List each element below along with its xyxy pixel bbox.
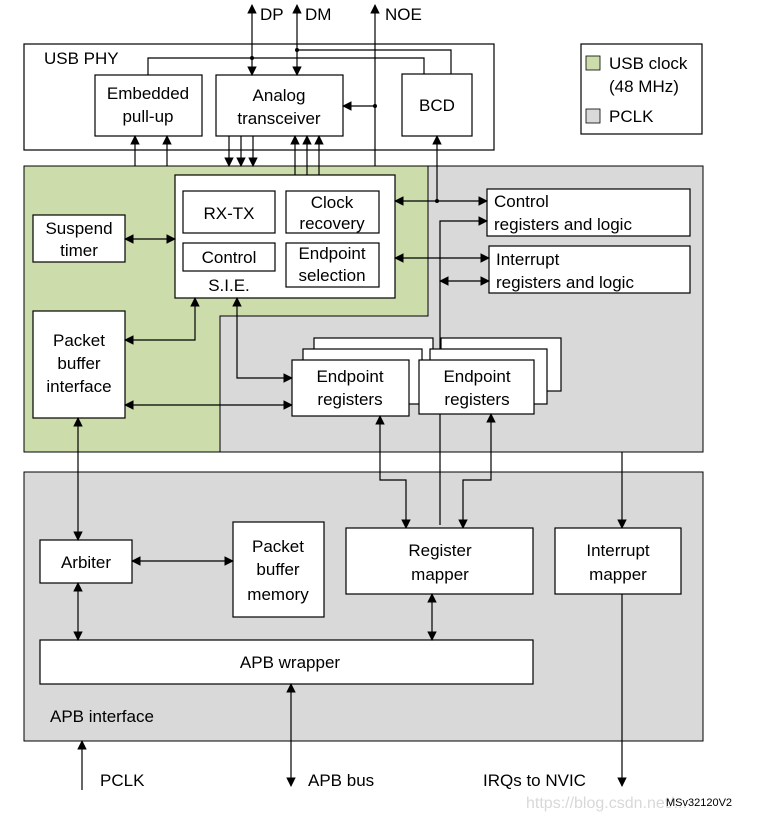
- junction-dot: [295, 48, 299, 52]
- clock-recovery-label: Clock: [311, 193, 354, 212]
- figure-id: MSv32120V2: [666, 797, 732, 809]
- analog-transceiver-label: Analog: [253, 86, 306, 105]
- irqs-label: IRQs to NVIC: [483, 771, 586, 790]
- endpoint-registers-label: Endpoint: [316, 367, 383, 386]
- endpoint-registers-label: registers: [317, 390, 382, 409]
- legend-usb-clock-label: (48 MHz): [609, 77, 679, 96]
- interrupt-registers-label: Interrupt: [496, 250, 560, 269]
- interrupt-registers-label: registers and logic: [496, 273, 634, 292]
- packet-buffer-memory-label: buffer: [256, 560, 300, 579]
- legend-pclk-label: PCLK: [609, 107, 654, 126]
- apb-bus-label: APB bus: [308, 771, 374, 790]
- usb-block-diagram: USB PHY Embedded pull-up Analog transcei…: [23, 4, 732, 812]
- analog-transceiver-label: transceiver: [237, 109, 320, 128]
- legend-usb-clock-label: USB clock: [609, 54, 688, 73]
- apb-wrapper-label: APB wrapper: [240, 653, 340, 672]
- register-mapper-label: Register: [408, 541, 472, 560]
- packet-buffer-interface-label: Packet: [53, 331, 105, 350]
- rx-tx-label: RX-TX: [204, 204, 255, 223]
- arbiter-label: Arbiter: [61, 553, 111, 572]
- packet-buffer-interface-label: buffer: [57, 354, 101, 373]
- embedded-pullup-label: pull-up: [122, 107, 173, 126]
- endpoint-registers-label: Endpoint: [443, 367, 510, 386]
- endpoint-selection-label: Endpoint: [298, 244, 365, 263]
- register-mapper-block: [345, 527, 534, 595]
- watermark: https://blog.csdn.net/...: [526, 795, 687, 812]
- apb-interface-label: APB interface: [50, 707, 154, 726]
- sie-label: S.I.E.: [208, 276, 250, 295]
- packet-buffer-memory-label: memory: [247, 585, 309, 604]
- noe-label: NOE: [385, 5, 422, 24]
- register-mapper-label: mapper: [411, 565, 469, 584]
- packet-buffer-memory-label: Packet: [252, 537, 304, 556]
- interrupt-mapper-label: mapper: [589, 565, 647, 584]
- control-registers-label: registers and logic: [494, 215, 632, 234]
- control-label: Control: [202, 248, 257, 267]
- suspend-timer-label: timer: [60, 241, 98, 260]
- interrupt-mapper-block: [554, 527, 682, 595]
- junction-dot: [250, 56, 254, 60]
- interrupt-mapper-label: Interrupt: [586, 541, 650, 560]
- legend-pclk-swatch: [585, 108, 601, 124]
- endpoint-registers-label: registers: [444, 390, 509, 409]
- apb-interface-region: [23, 471, 704, 742]
- suspend-timer-label: Suspend: [45, 219, 112, 238]
- junction-dot: [435, 199, 439, 203]
- bcd-label: BCD: [419, 96, 455, 115]
- embedded-pullup-label: Embedded: [107, 84, 189, 103]
- packet-buffer-interface-label: interface: [46, 377, 111, 396]
- dm-label: DM: [305, 5, 331, 24]
- control-registers-label: Control: [494, 192, 549, 211]
- pclk-label: PCLK: [100, 771, 145, 790]
- legend-usb-clock-swatch: [585, 55, 601, 71]
- dp-label: DP: [260, 5, 284, 24]
- endpoint-selection-label: selection: [298, 266, 365, 285]
- usb-phy-title: USB PHY: [44, 49, 119, 68]
- junction-dot: [373, 104, 377, 108]
- clock-recovery-label: recovery: [299, 214, 365, 233]
